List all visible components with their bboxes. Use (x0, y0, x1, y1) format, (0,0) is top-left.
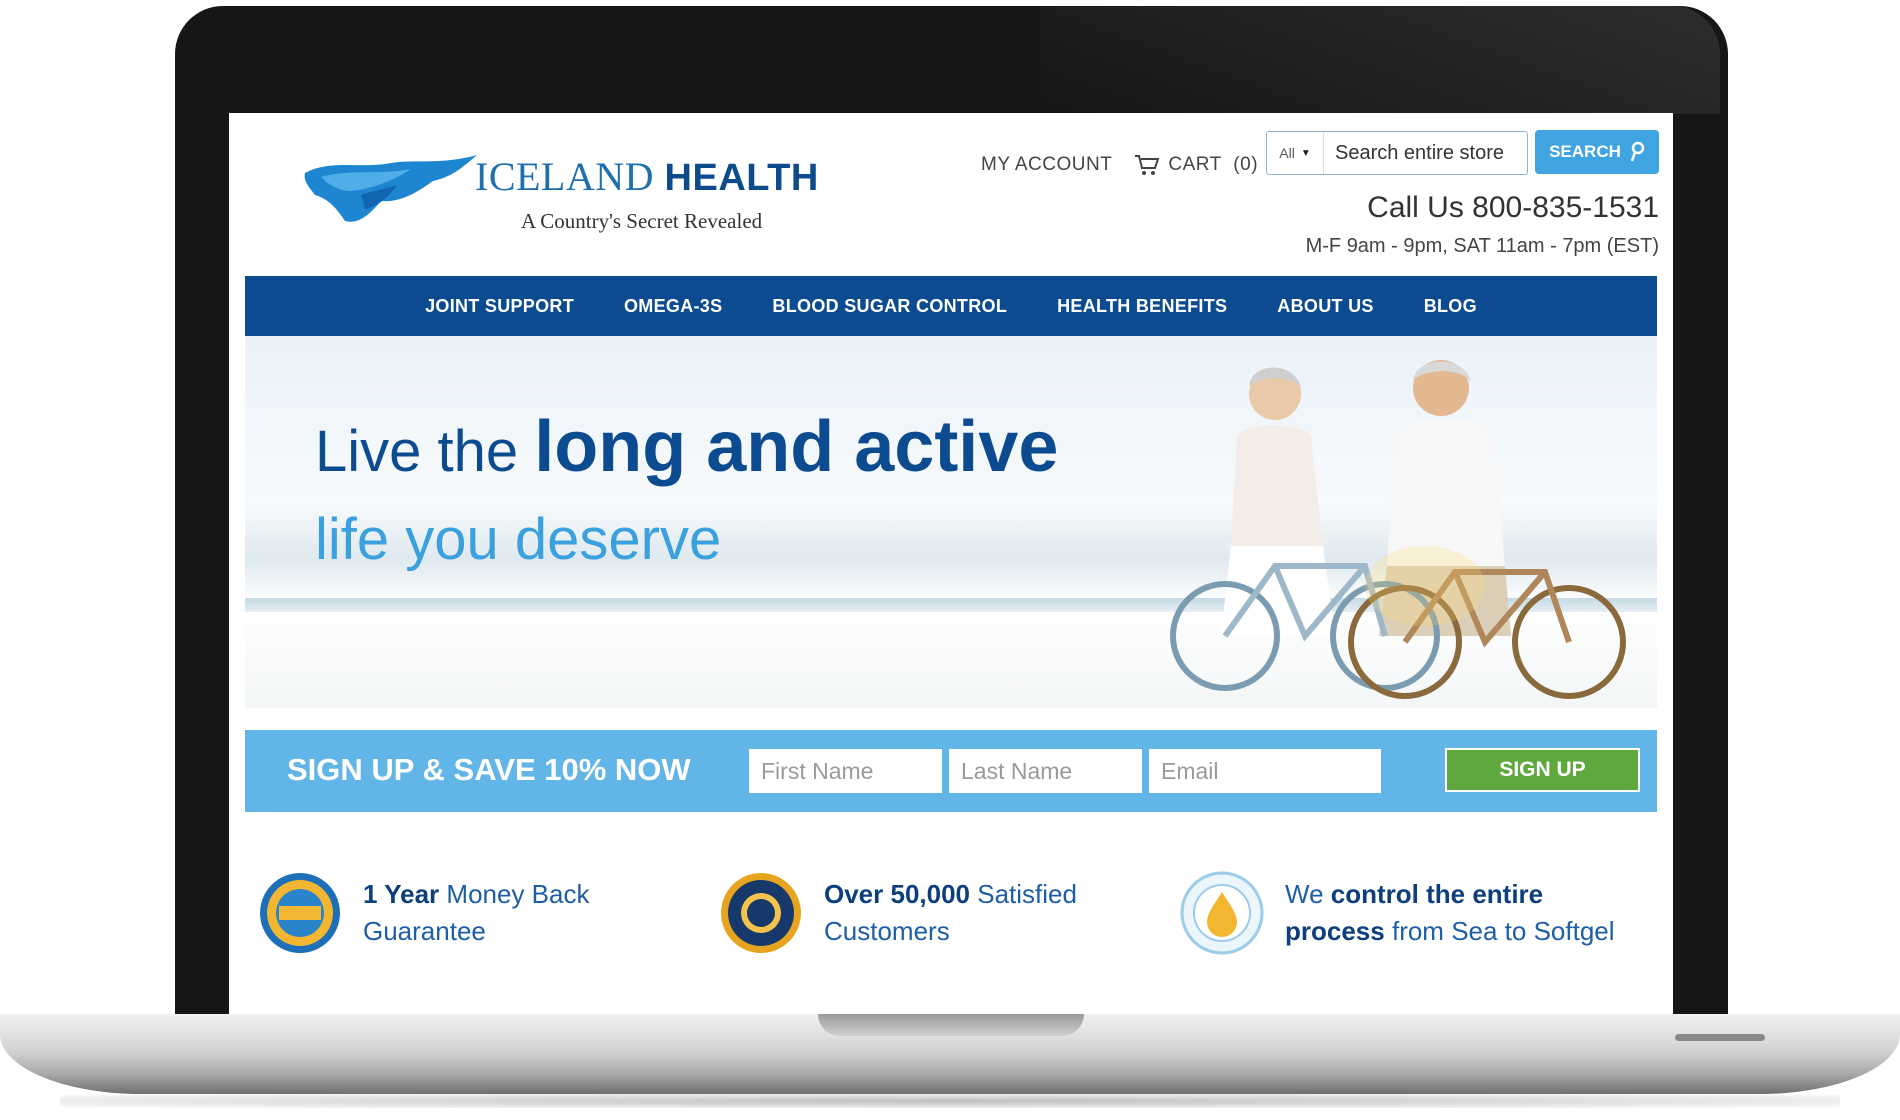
business-hours: M-F 9am - 9pm, SAT 11am - 7pm (EST) (1305, 235, 1659, 257)
bezel-reflection (1040, 6, 1720, 114)
nav-item-blood-sugar-control[interactable]: BLOOD SUGAR CONTROL (772, 296, 1007, 317)
sign-up-button[interactable]: SIGN UP (1445, 748, 1640, 792)
molecularly-distilled-icon (1180, 871, 1264, 955)
site-logo[interactable]: ICELAND HEALTH A Country's Secret Reveal… (301, 143, 818, 233)
newsletter-signup-band: SIGN UP & SAVE 10% NOW SIGN UP (245, 730, 1657, 812)
cart-label: CART (1168, 154, 1222, 175)
search-input[interactable] (1323, 132, 1537, 174)
search-button[interactable]: SEARCH (1535, 130, 1659, 174)
phone-number[interactable]: Call Us 800-835-1531 (1367, 191, 1659, 225)
iceland-map-icon (304, 155, 477, 222)
nav-item-about-us[interactable]: ABOUT US (1277, 296, 1373, 317)
satisfaction-guaranteed-icon (721, 873, 801, 953)
search-box: All ▼ (1266, 131, 1537, 175)
nav-item-omega-3s[interactable]: OMEGA-3S (624, 296, 722, 317)
last-name-field[interactable] (949, 749, 1142, 793)
feature-satisfied-customers: Over 50,000 Satisfied Customers (718, 863, 1077, 963)
email-field[interactable] (1149, 749, 1381, 793)
laptop-shadow (60, 1094, 1840, 1108)
money-back-guarantee-icon (260, 873, 340, 953)
search-icon (1630, 141, 1645, 162)
search-scope-select[interactable]: All ▼ (1267, 132, 1324, 174)
search-button-label: SEARCH (1549, 142, 1621, 161)
chevron-down-icon: ▼ (1300, 147, 1311, 159)
feature-satisfied-customers-text: Over 50,000 Satisfied Customers (824, 879, 1077, 946)
feature-money-back: 1 Year Money Back Guarantee (257, 863, 589, 963)
nav-item-blog[interactable]: BLOG (1424, 296, 1477, 317)
cart-icon (1135, 155, 1160, 175)
my-account-link[interactable]: MY ACCOUNT (981, 154, 1112, 176)
logo-wordmark: ICELAND HEALTH (475, 154, 819, 199)
feature-sea-to-softgel-text: We control the entire process from Sea t… (1285, 879, 1615, 946)
first-name-field[interactable] (749, 749, 942, 793)
nav-item-joint-support[interactable]: JOINT SUPPORT (425, 296, 574, 317)
logo-tagline: A Country's Secret Revealed (521, 209, 763, 233)
feature-sea-to-softgel: We control the entire process from Sea t… (1179, 863, 1615, 963)
feature-money-back-text: 1 Year Money Back Guarantee (363, 879, 590, 946)
couple-with-bicycles-image (1170, 360, 1626, 699)
hero-headline: Live the long and active (315, 407, 1059, 487)
hero-banner[interactable]: Live the long and active life you deserv… (245, 336, 1657, 708)
website-screen: ICELAND HEALTH A Country's Secret Reveal… (229, 113, 1673, 1014)
nav-item-health-benefits[interactable]: HEALTH BENEFITS (1057, 296, 1227, 317)
main-navigation: JOINT SUPPORT OMEGA-3S BLOOD SUGAR CONTR… (245, 276, 1657, 336)
signup-title: SIGN UP & SAVE 10% NOW (287, 752, 691, 787)
search-scope-value: All (1279, 145, 1295, 161)
laptop-lid-notch (818, 1014, 1084, 1036)
account-links: MY ACCOUNT CART (0) (981, 145, 1258, 185)
cart-count: (0) (1233, 154, 1259, 175)
hero-subheadline: life you deserve (315, 507, 722, 572)
cart-link[interactable]: CART (0) (1134, 153, 1258, 177)
laptop-indicator-light (1675, 1034, 1765, 1041)
